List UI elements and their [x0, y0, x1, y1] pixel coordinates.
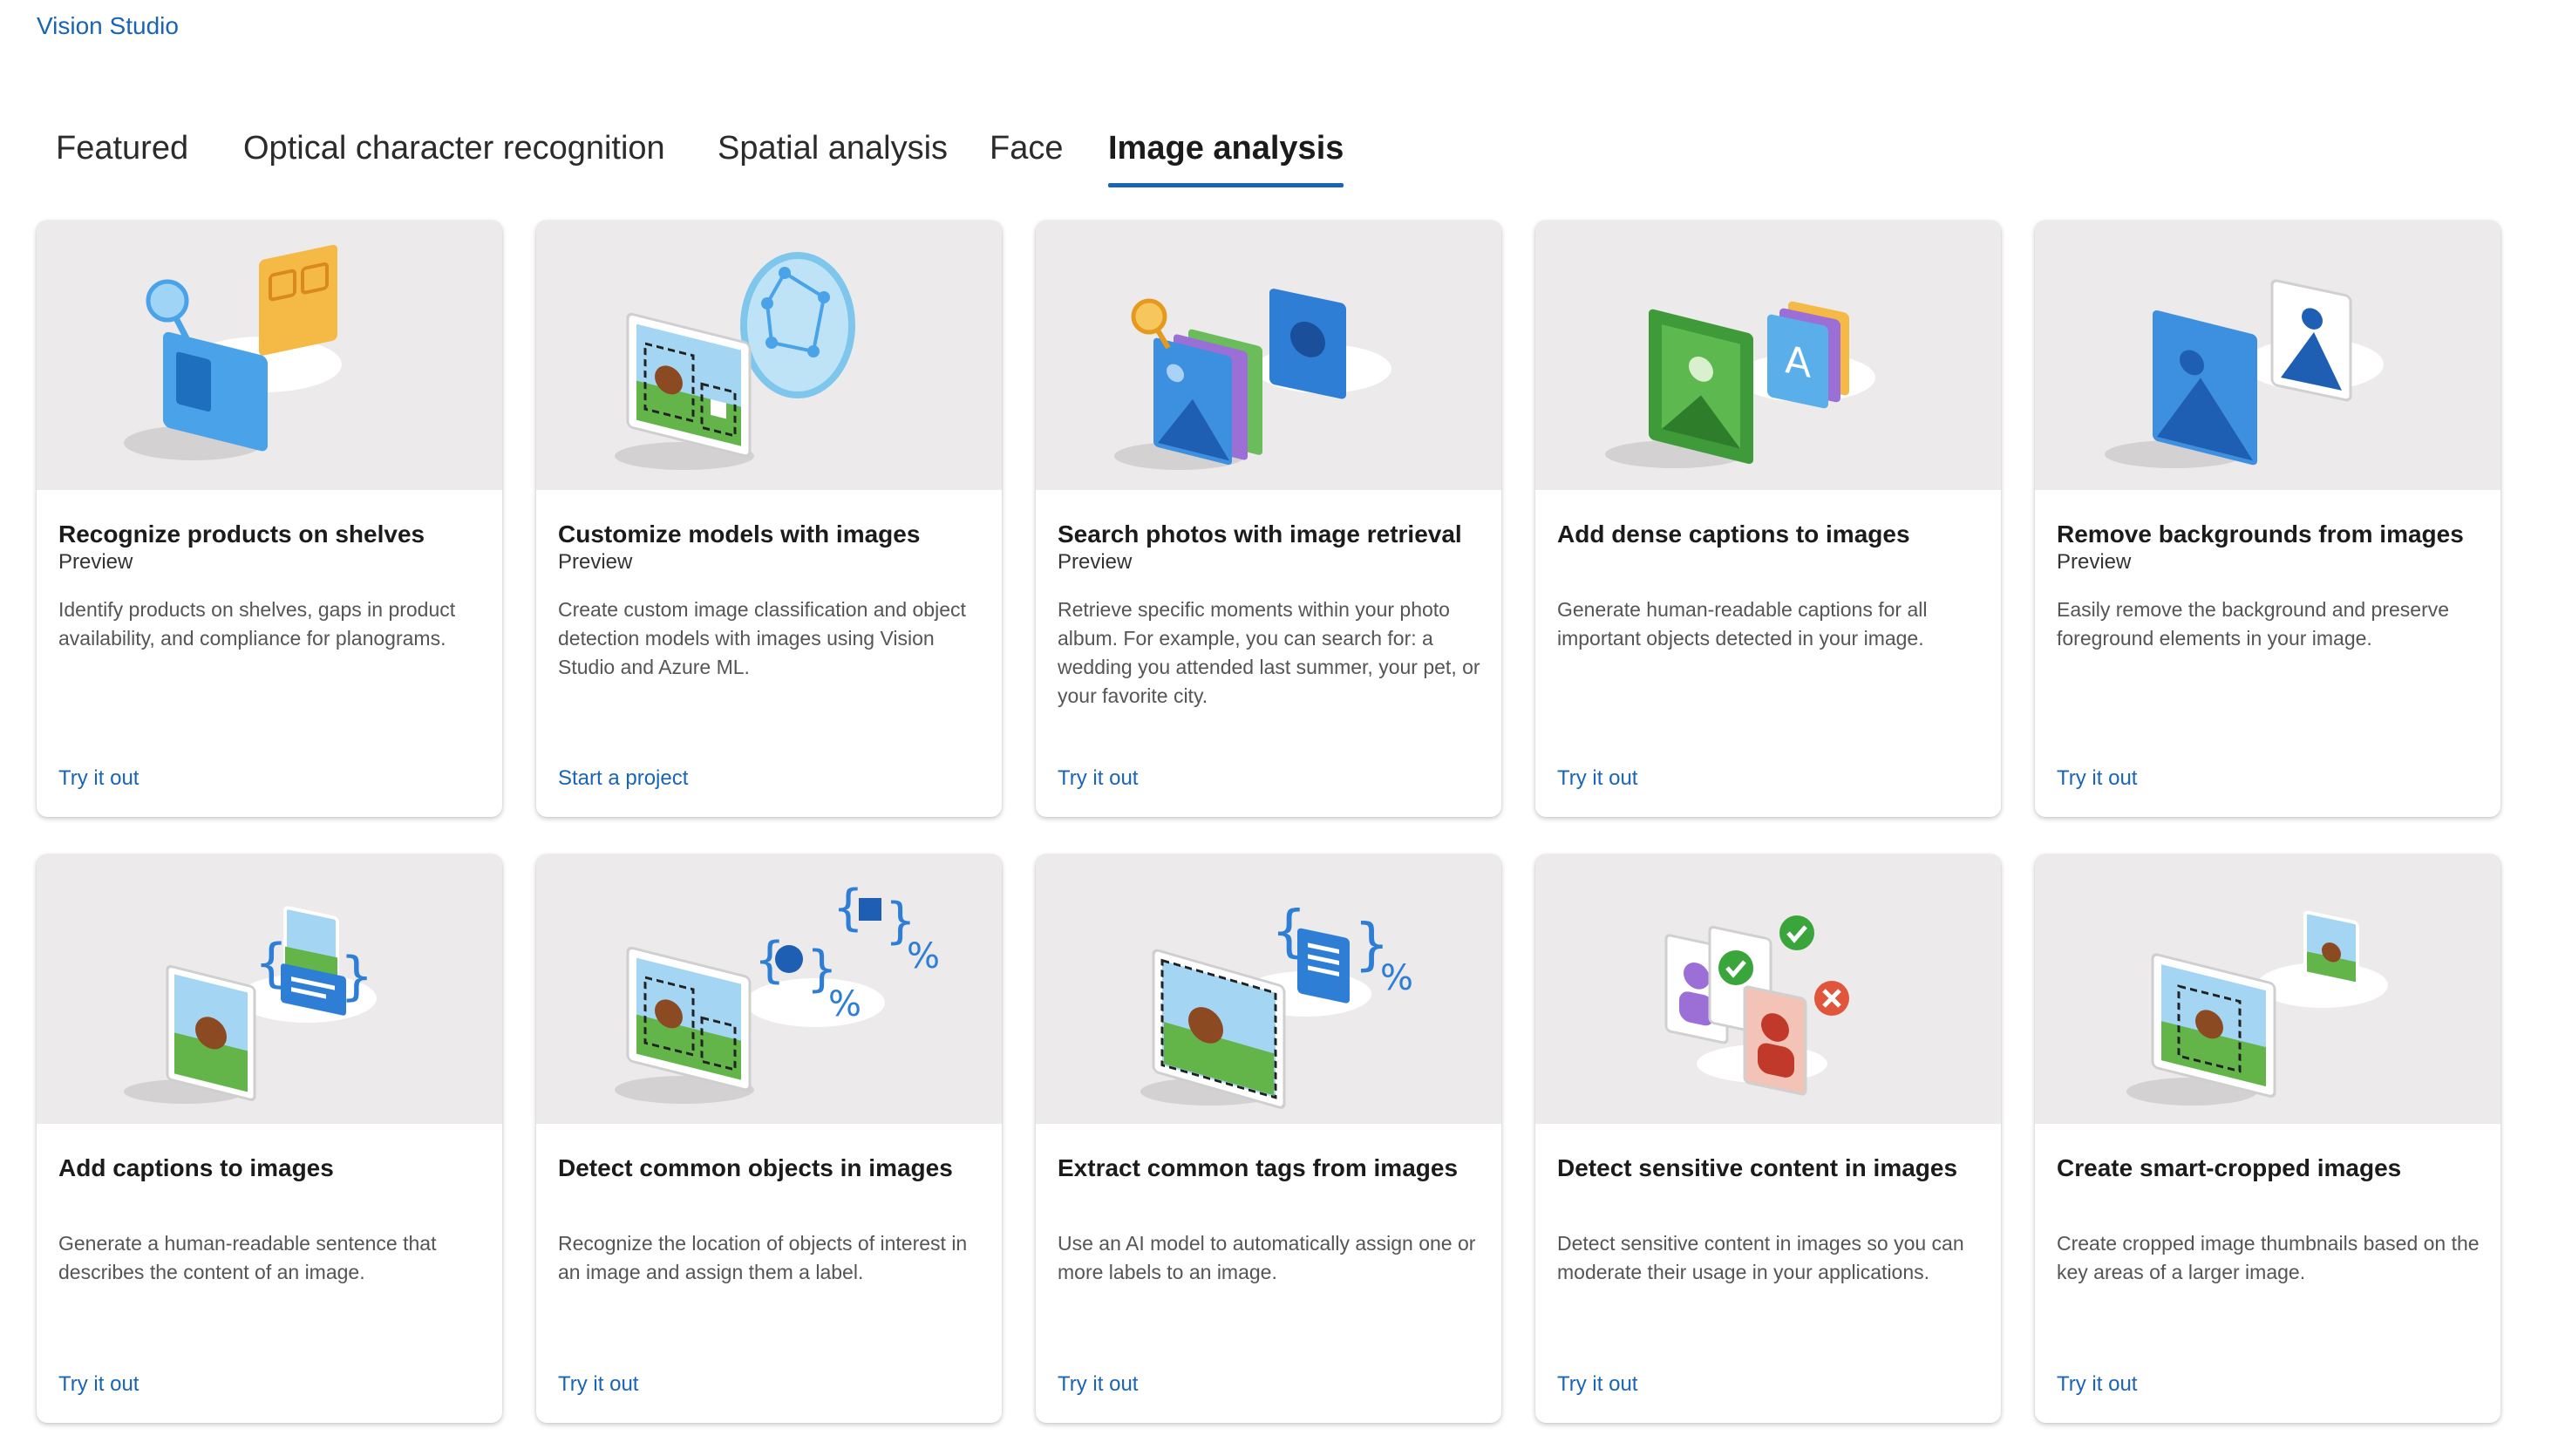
- card-title: Create smart-cropped images: [2057, 1154, 2402, 1181]
- card-illustration: [1535, 854, 2001, 1124]
- image-retrieval-icon: [1114, 289, 1391, 470]
- start-project-link[interactable]: Start a project: [558, 766, 688, 791]
- try-it-out-link[interactable]: Try it out: [58, 1372, 139, 1397]
- card-illustration: { } %: [1036, 854, 1501, 1124]
- card-title: Add dense captions to images: [1557, 520, 1910, 548]
- tab-face[interactable]: Face: [990, 122, 1063, 174]
- card-title: Extract common tags from images: [1058, 1154, 1459, 1181]
- tab-featured[interactable]: Featured: [56, 122, 188, 174]
- card-title: Add captions to images: [58, 1154, 334, 1181]
- tab-optical-character-recognition[interactable]: Optical character recognition: [243, 122, 665, 174]
- card-title: Detect sensitive content in images: [1557, 1154, 1958, 1181]
- svg-text:A: A: [1785, 337, 1812, 387]
- try-it-out-link[interactable]: Try it out: [558, 1372, 638, 1397]
- card-sensitive-content[interactable]: Detect sensitive content in images Detec…: [1535, 854, 2001, 1423]
- svg-text:%: %: [1380, 958, 1413, 998]
- image-captions-icon: { }: [124, 906, 377, 1104]
- content-moderation-icon: [1664, 915, 1849, 1096]
- card-remove-backgrounds[interactable]: Remove backgrounds from images Preview E…: [2035, 221, 2500, 817]
- smart-crop-icon: [2126, 910, 2388, 1106]
- card-illustration: [2035, 854, 2500, 1124]
- try-it-out-link[interactable]: Try it out: [58, 766, 139, 791]
- card-description: Use an AI model to automatically assign …: [1058, 1232, 1476, 1283]
- card-description: Recognize the location of objects of int…: [558, 1232, 968, 1283]
- preview-badge: Preview: [558, 550, 633, 574]
- tab-spatial-analysis[interactable]: Spatial analysis: [718, 122, 948, 174]
- card-title: Customize models with images: [558, 520, 921, 548]
- card-image-retrieval[interactable]: Search photos with image retrieval Previ…: [1036, 221, 1501, 817]
- custom-model-icon: [615, 252, 855, 470]
- svg-text:%: %: [907, 936, 940, 976]
- card-customize-models[interactable]: Customize models with images Preview Cre…: [536, 221, 1002, 817]
- card-illustration: [2035, 221, 2500, 490]
- object-detection-icon: { } { } % %: [615, 880, 940, 1104]
- try-it-out-link[interactable]: Try it out: [2057, 766, 2137, 791]
- card-description: Identify products on shelves, gaps in pr…: [58, 598, 456, 650]
- card-title: Search photos with image retrieval: [1058, 520, 1462, 548]
- product-shelf-icon: [124, 244, 342, 460]
- card-dense-captions[interactable]: A Add dense captions to images Generate …: [1535, 221, 2001, 817]
- tab-image-analysis[interactable]: Image analysis: [1108, 122, 1344, 187]
- card-description: Easily remove the background and preserv…: [2057, 598, 2450, 650]
- card-illustration: [1036, 221, 1501, 490]
- try-it-out-link[interactable]: Try it out: [2057, 1372, 2137, 1397]
- card-illustration: { } { } % %: [536, 854, 1002, 1124]
- app-title-link[interactable]: Vision Studio: [37, 12, 179, 40]
- preview-badge: Preview: [1058, 550, 1133, 574]
- card-title: Recognize products on shelves: [58, 520, 425, 548]
- card-description: Retrieve specific moments within your ph…: [1058, 598, 1480, 707]
- card-description: Generate a human-readable sentence that …: [58, 1232, 437, 1283]
- dense-captions-icon: A: [1605, 301, 1875, 468]
- svg-text:}: }: [340, 946, 373, 1007]
- card-illustration: [37, 221, 502, 490]
- card-illustration: [536, 221, 1002, 490]
- preview-badge: Preview: [2057, 550, 2132, 574]
- card-description: Generate human-readable captions for all…: [1557, 598, 1928, 650]
- card-smart-crop[interactable]: Create smart-cropped images Create cropp…: [2035, 854, 2500, 1423]
- try-it-out-link[interactable]: Try it out: [1557, 766, 1637, 791]
- card-detect-objects[interactable]: { } { } % % Detect common objects in ima…: [536, 854, 1002, 1423]
- try-it-out-link[interactable]: Try it out: [1058, 1372, 1138, 1397]
- image-tags-icon: { } %: [1140, 900, 1413, 1109]
- background-removal-icon: [2105, 279, 2384, 468]
- preview-badge: Preview: [58, 550, 133, 574]
- card-description: Create cropped image thumbnails based on…: [2057, 1232, 2480, 1283]
- svg-text:{: {: [255, 933, 288, 994]
- svg-text:%: %: [828, 984, 861, 1024]
- card-title: Remove backgrounds from images: [2057, 520, 2464, 548]
- card-illustration: { }: [37, 854, 502, 1124]
- try-it-out-link[interactable]: Try it out: [1557, 1372, 1637, 1397]
- card-description: Detect sensitive content in images so yo…: [1557, 1232, 1964, 1283]
- card-add-captions[interactable]: { } Add captions to images Generate a hu…: [37, 854, 502, 1423]
- card-recognize-products[interactable]: Recognize products on shelves Preview Id…: [37, 221, 502, 817]
- card-illustration: A: [1535, 221, 2001, 490]
- card-extract-tags[interactable]: { } % Extract common tags from images Us…: [1036, 854, 1501, 1423]
- try-it-out-link[interactable]: Try it out: [1058, 766, 1138, 791]
- card-title: Detect common objects in images: [558, 1154, 953, 1181]
- card-description: Create custom image classification and o…: [558, 598, 966, 678]
